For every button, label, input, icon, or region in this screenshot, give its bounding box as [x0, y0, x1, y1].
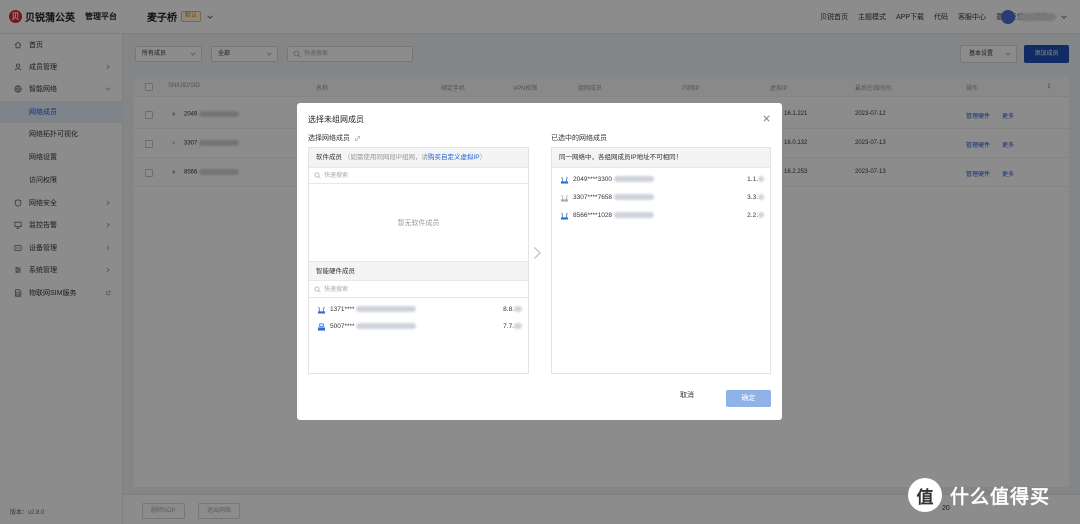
- member-ip: 3.3.: [747, 190, 764, 206]
- blurred-text: [758, 212, 764, 219]
- member-sn-text: 5007****: [330, 323, 355, 330]
- search-placeholder: 快速搜索: [324, 287, 349, 293]
- switch-icon: [317, 323, 326, 331]
- member-sn: 1371****: [330, 302, 417, 318]
- watermark-text: 什么值得买: [950, 486, 1051, 508]
- member-ip-text: 3.3.: [747, 194, 758, 201]
- search-icon: [314, 286, 321, 293]
- software-hint-end: ）: [479, 154, 487, 161]
- member-sn-text: 8566****1028: [573, 212, 613, 219]
- member-ip: 7.7.: [503, 319, 522, 335]
- left-column-title-text: 选择网络成员: [308, 135, 350, 142]
- member-ip-text: 2.2.: [747, 212, 758, 219]
- member-ip: 8.8.: [503, 302, 522, 318]
- watermark: 值 什么值得买: [908, 478, 1050, 512]
- close-icon[interactable]: [762, 114, 771, 123]
- buy-virtual-ip-link[interactable]: 购买自定义虚拟IP: [428, 154, 480, 161]
- member-ip-text: 1.1.: [747, 176, 758, 183]
- search-icon: [314, 172, 321, 179]
- member-ip-text: 8.8.: [503, 306, 514, 313]
- left-panel: 软件成员 （如需使用同网段IP组网，请购买自定义虚拟IP） 快速搜索 暂无软件成…: [308, 147, 529, 374]
- left-column-title: 选择网络成员: [308, 133, 361, 143]
- member-sn: 8566****1028: [573, 208, 654, 224]
- hardware-search-input[interactable]: 快速搜索: [309, 282, 528, 298]
- software-hint: （如需使用同网段IP组网，请: [343, 154, 428, 161]
- blurred-text: [356, 323, 417, 330]
- right-column-title: 已选中的网络成员: [551, 135, 607, 142]
- blurred-text: [514, 306, 522, 313]
- member-sn: 2049****3300: [573, 172, 654, 188]
- software-members-header: 软件成员 （如需使用同网段IP组网，请购买自定义虚拟IP）: [309, 148, 528, 168]
- member-ip: 1.1.: [747, 172, 764, 188]
- router-icon: [560, 176, 569, 184]
- watermark-mark: 值: [908, 478, 942, 512]
- cancel-button[interactable]: 取消: [680, 390, 694, 400]
- selected-warning-header: 同一网络中，各组网成员IP地址不可相同！: [552, 148, 770, 168]
- blurred-text: [356, 306, 417, 313]
- hardware-members-header: 智能硬件成员: [309, 261, 528, 281]
- router-icon: [560, 212, 569, 220]
- confirm-button[interactable]: 确定: [726, 390, 771, 407]
- right-panel: 同一网络中，各组网成员IP地址不可相同！ 2049****3300 1.1. 3…: [551, 147, 771, 374]
- member-sn-text: 3307****7658: [573, 194, 613, 201]
- member-sn-text: 2049****3300: [573, 176, 613, 183]
- selected-member-row[interactable]: 8566****1028 2.2.: [552, 208, 770, 224]
- member-ip-text: 7.7.: [503, 323, 514, 330]
- router-icon: [317, 306, 326, 314]
- member-sn-text: 1371****: [330, 306, 355, 313]
- blurred-text: [758, 194, 764, 201]
- select-members-dialog: 选择未组网成员 选择网络成员 已选中的网络成员 软件成员 （如需使用同网段IP组…: [297, 103, 782, 420]
- dialog-title: 选择未组网成员: [308, 115, 364, 124]
- member-sn: 3307****7658: [573, 190, 654, 206]
- blurred-text: [613, 194, 654, 201]
- blurred-text: [758, 176, 764, 183]
- link-icon[interactable]: [354, 135, 361, 142]
- hardware-member-row[interactable]: 5007**** 7.7.: [309, 319, 528, 335]
- selected-member-row[interactable]: 3307****7658 3.3.: [552, 190, 770, 206]
- search-placeholder: 快速搜索: [324, 173, 349, 179]
- hardware-member-row[interactable]: 1371**** 8.8.: [309, 302, 528, 318]
- member-sn: 5007****: [330, 319, 417, 335]
- member-ip: 2.2.: [747, 208, 764, 224]
- blurred-text: [514, 323, 522, 330]
- software-empty-state: 暂无软件成员: [397, 220, 440, 227]
- software-header-text: 软件成员: [316, 154, 342, 161]
- router-icon: [560, 194, 569, 202]
- selected-member-row[interactable]: 2049****3300 1.1.: [552, 172, 770, 188]
- blurred-text: [613, 212, 654, 219]
- blurred-text: [613, 176, 654, 183]
- chevron-right-icon[interactable]: [533, 246, 542, 260]
- software-search-input[interactable]: 快速搜索: [309, 168, 528, 184]
